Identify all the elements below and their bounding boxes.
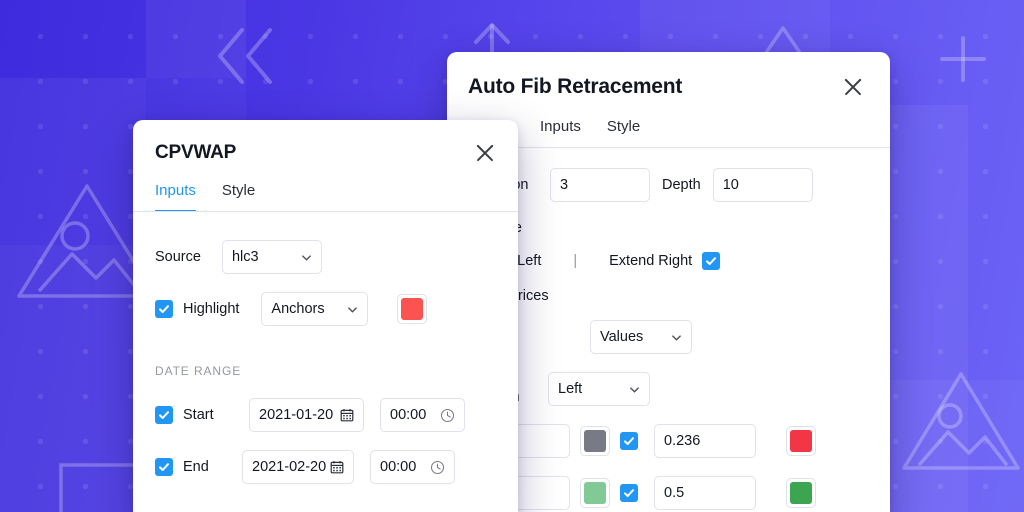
extend-right-checkbox[interactable]: [702, 252, 721, 270]
depth-label: Depth: [662, 177, 701, 193]
swatch-fill: [584, 430, 606, 452]
level-value-input[interactable]: 0.5: [654, 476, 756, 510]
clock-icon[interactable]: [430, 460, 445, 475]
start-time-input[interactable]: 00:00: [380, 398, 465, 432]
start-checkbox[interactable]: [155, 406, 173, 424]
end-date-input[interactable]: 2021-02-20: [242, 450, 354, 484]
level-color-swatch[interactable]: [786, 478, 816, 508]
chevron-down-icon: [630, 386, 639, 393]
start-time-value: 00:00: [390, 407, 427, 423]
deviation-input[interactable]: 3: [550, 168, 650, 202]
fib-dialog-title: Auto Fib Retracement: [468, 75, 683, 98]
end-checkbox[interactable]: [155, 458, 173, 476]
chevrons-left-icon: [218, 28, 272, 84]
level-checkbox[interactable]: [620, 432, 638, 450]
depth-input[interactable]: 10: [712, 168, 813, 202]
show-levels-select[interactable]: Values: [590, 320, 692, 354]
source-value: hlc3: [231, 249, 259, 265]
date-range-end-row: End 2021-02-20 00:00: [133, 432, 518, 484]
highlight-color-swatch[interactable]: [397, 294, 428, 324]
clock-icon[interactable]: [440, 408, 455, 423]
end-label: End: [183, 459, 209, 475]
extend-right-label[interactable]: Extend Right: [609, 253, 692, 269]
calendar-icon[interactable]: [330, 460, 344, 474]
end-date-value: 2021-02-20: [252, 459, 327, 475]
date-range-section: DATE RANGE: [133, 326, 518, 378]
level-color-swatch[interactable]: [580, 426, 610, 456]
plus-icon: [940, 36, 986, 82]
close-icon[interactable]: [840, 74, 866, 100]
cpvwap-dialog[interactable]: CPVWAP Inputs Style Source hlc3 Highligh…: [133, 120, 518, 512]
start-date-value: 2021-01-20: [259, 407, 334, 423]
tab-inputs[interactable]: Inputs: [540, 118, 581, 148]
highlight-mode-select[interactable]: Anchors: [261, 292, 369, 326]
cpvwap-row-highlight: Highlight Anchors: [133, 274, 518, 326]
close-icon[interactable]: [472, 140, 498, 166]
extend-separator: |: [573, 253, 578, 269]
highlight-label: Highlight: [183, 301, 240, 317]
cpvwap-row-source: Source hlc3: [133, 212, 518, 274]
highlight-mode-value: Anchors: [271, 301, 325, 317]
cpvwap-dialog-tabs[interactable]: Inputs Style: [133, 182, 518, 212]
swatch-fill: [790, 482, 812, 504]
start-date-input[interactable]: 2021-01-20: [249, 398, 364, 432]
tab-style[interactable]: Style: [607, 118, 640, 148]
highlight-checkbox[interactable]: [155, 300, 173, 318]
labels-position-value: Left: [558, 381, 583, 397]
show-levels-value: Values: [600, 329, 644, 345]
swatch-fill: [790, 430, 812, 452]
tab-style[interactable]: Style: [222, 182, 255, 212]
level-color-swatch[interactable]: [786, 426, 816, 456]
fib-dialog-header: Auto Fib Retracement: [447, 52, 890, 118]
chevron-down-icon: [348, 306, 358, 313]
date-range-start-row: Start 2021-01-20 00:00: [133, 378, 518, 432]
cpvwap-dialog-header: CPVWAP: [133, 120, 518, 182]
level-value-input[interactable]: 0.236: [654, 424, 756, 458]
calendar-icon[interactable]: [340, 408, 354, 422]
chevron-down-icon: [672, 334, 681, 341]
level-color-swatch[interactable]: [580, 478, 610, 508]
source-label: Source: [155, 249, 201, 265]
screenshot-stage: Auto Fib Retracement Inputs Style Deviat…: [0, 0, 1024, 512]
end-time-value: 00:00: [380, 459, 417, 475]
date-range-title: DATE RANGE: [155, 364, 242, 378]
tab-inputs[interactable]: Inputs: [155, 182, 196, 212]
start-label: Start: [183, 407, 214, 423]
end-time-input[interactable]: 00:00: [370, 450, 455, 484]
tabs-divider: [133, 211, 518, 212]
chevron-down-icon: [302, 254, 311, 261]
level-checkbox[interactable]: [620, 484, 638, 502]
swatch-fill: [401, 298, 424, 320]
source-select[interactable]: hlc3: [221, 240, 322, 274]
image-mountain-icon: [902, 372, 1020, 470]
cpvwap-dialog-title: CPVWAP: [155, 142, 237, 163]
fib-dialog-tabs[interactable]: Inputs Style: [447, 118, 890, 148]
labels-position-select[interactable]: Left: [548, 372, 650, 406]
swatch-fill: [584, 482, 606, 504]
